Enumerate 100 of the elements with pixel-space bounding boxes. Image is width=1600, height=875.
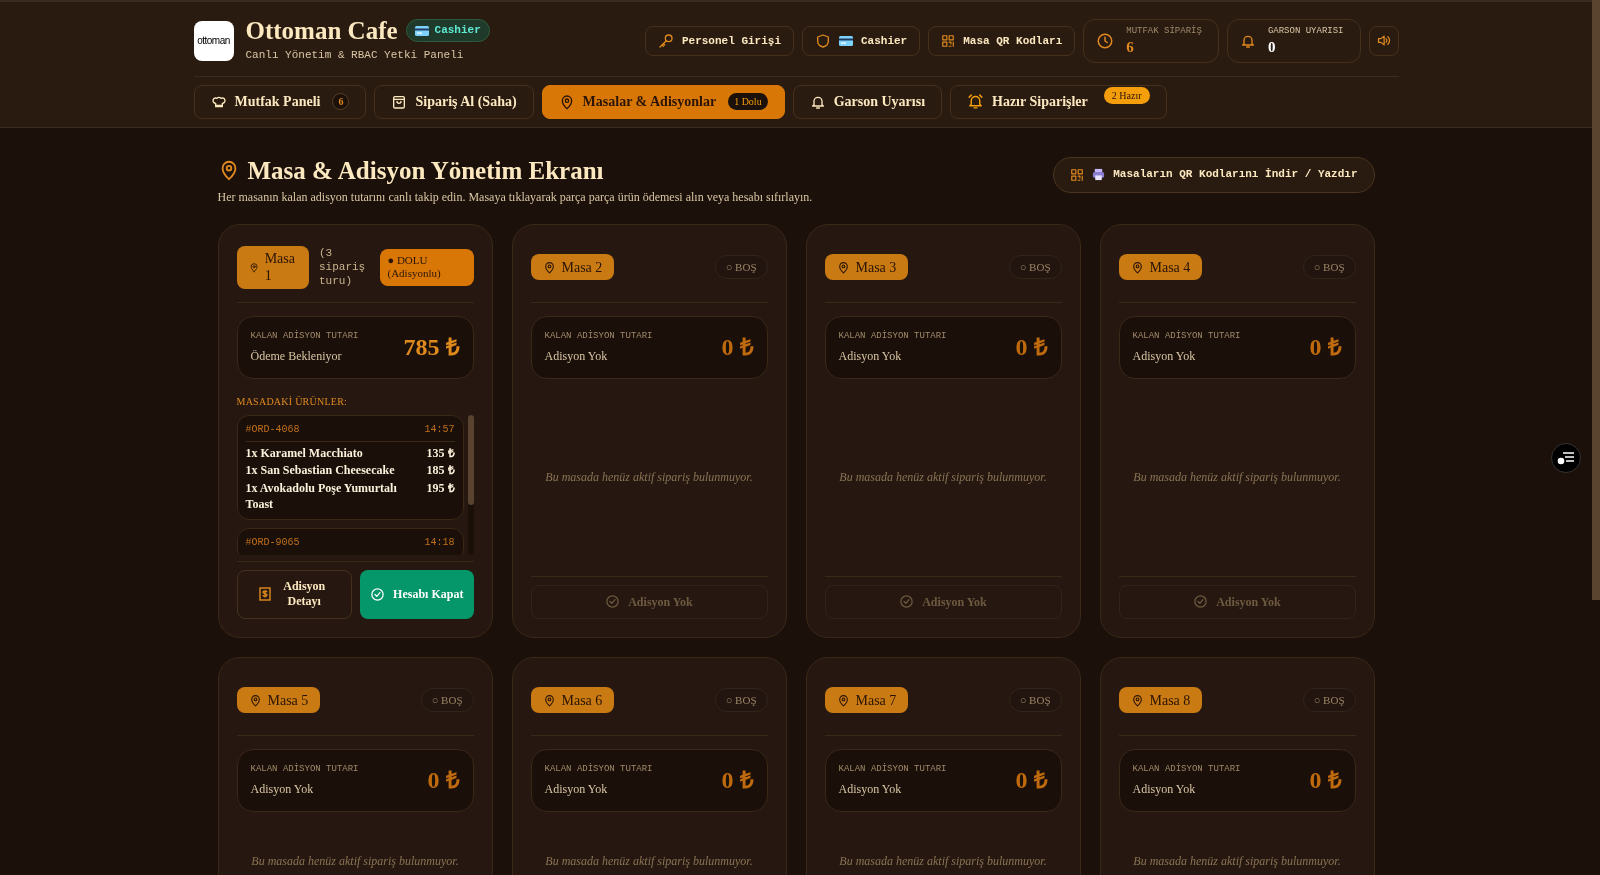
empty-message: Bu masada henüz aktif sipariş bulunmuyor. — [1133, 469, 1341, 487]
nav-tab[interactable]: Hazır Siparişler 2 Hazır — [950, 84, 1167, 119]
stat-label: GARSON UYARISI — [1267, 26, 1344, 36]
close-bill-button[interactable]: Hesabı Kapat — [360, 569, 474, 619]
empty-message: Bu masada henüz aktif sipariş bulunmuyor. — [545, 469, 753, 487]
page-description: Her masanın kalan adisyon tutarını canlı takip edin. Masaya tıklayarak parça parça ürün ödemesi alın veya hesabı sıfırlayın. — [217, 188, 813, 206]
location-pin-icon — [836, 260, 850, 274]
order-rounds: (3 sipariş turu) — [319, 245, 367, 289]
empty-message: Bu masada henüz aktif sipariş bulunmuyor. — [251, 852, 459, 870]
amount-label: KALAN ADİSYON TUTARI — [1132, 762, 1241, 776]
table-status-badge: ○ BOŞ — [1008, 688, 1062, 713]
tab-badge: 2 Hazır — [1103, 87, 1150, 104]
table-card[interactable] — [217, 223, 493, 638]
app-subtitle: Canlı Yönetim & RBAC Yetki Paneli — [245, 48, 465, 63]
empty-message: Bu masada henüz aktif sipariş bulunmuyor. — [545, 852, 753, 870]
alarm-bell-icon — [967, 93, 984, 110]
amount-label: KALAN ADİSYON TUTARI — [544, 329, 653, 343]
check-circle-icon — [899, 594, 915, 610]
location-pin-icon — [542, 260, 556, 274]
staff-login-button[interactable]: Personel Girişi — [644, 25, 794, 56]
table-status-badge: ○ BOŞ — [420, 688, 474, 713]
receipt-icon — [259, 587, 272, 602]
amount-value: 0 ₺ — [1309, 333, 1342, 363]
printer-icon — [1092, 168, 1106, 181]
location-pin-icon — [836, 693, 850, 707]
role-button[interactable]: Cashier — [802, 25, 921, 56]
table-card[interactable]: Masa 3 ○ BOŞ KALAN ADİSYON TUTARI Adisyon Yok 0 ₺ Bu masada henüz aktif sipariş bulunmuyor. Adisyon Yok — [805, 223, 1081, 638]
sound-button[interactable] — [1368, 25, 1399, 56]
clock-icon — [1096, 31, 1115, 50]
stat-value: 0 — [1267, 39, 1277, 55]
table-status-badge: ○ BOŞ — [1302, 688, 1356, 713]
logo: ottoman — [193, 20, 234, 61]
qr-code-icon — [941, 33, 956, 48]
credit-card-icon — [414, 25, 429, 36]
table-name-badge: Masa 6 — [530, 687, 615, 714]
nav-tab[interactable]: Masalar & Adisyonlar 1 Dolu — [541, 84, 785, 119]
credit-card-icon — [839, 35, 853, 46]
amount-status: Adisyon Yok — [838, 781, 903, 798]
order-time: 14:57 — [424, 422, 455, 437]
amount-label: KALAN ADİSYON TUTARI — [838, 762, 947, 776]
table-status-badge: ○ BOŞ — [1008, 255, 1062, 280]
shopping-bag-icon — [391, 93, 408, 110]
order-id: #ORD-9065 — [245, 536, 300, 551]
table-name-badge: Masa 3 — [824, 254, 909, 281]
empty-message: Bu masada henüz aktif sipariş bulunmuyor. — [839, 852, 1047, 870]
table-name-badge: Masa 2 — [530, 254, 615, 281]
scrollbar-thumb[interactable] — [467, 414, 474, 505]
item-name: 1x Avokadolu Poşe Yumurtalı Toast — [245, 480, 398, 513]
table-status-badge: ● DOLU (Adisyonlu) — [379, 248, 474, 286]
location-pin-icon — [1130, 260, 1144, 274]
role-badge: Cashier — [405, 19, 490, 42]
amount-value: 0 ₺ — [1309, 766, 1342, 796]
no-bill-button: Adisyon Yok — [824, 584, 1062, 619]
tab-badge: 1 Dolu — [728, 93, 768, 110]
table-card[interactable]: Masa 8 ○ BOŞ KALAN ADİSYON TUTARI Adisyon Yok 0 ₺ Bu masada henüz aktif sipariş bulunmuyor. — [1099, 656, 1375, 875]
check-circle-icon — [370, 586, 386, 602]
amount-label: KALAN ADİSYON TUTARI — [838, 329, 947, 343]
table-card[interactable]: Masa 4 ○ BOŞ KALAN ADİSYON TUTARI Adisyon Yok 0 ₺ Bu masada henüz aktif sipariş bulunmuyor. Adisyon Yok — [1099, 223, 1375, 638]
tab-badge: 6 — [332, 93, 350, 110]
check-circle-icon — [605, 594, 621, 610]
amount-status: Adisyon Yok — [1132, 348, 1197, 365]
table-status-badge: ○ BOŞ — [714, 688, 768, 713]
bill-detail-button[interactable]: Adisyon Detayı — [236, 569, 352, 619]
nav-tab[interactable]: Sipariş Al (Saha) — [374, 84, 534, 119]
location-pin-icon — [248, 260, 259, 274]
shield-icon — [815, 32, 831, 49]
item-price: 185 ₺ — [426, 463, 455, 479]
key-icon — [657, 32, 674, 49]
location-pin-icon — [542, 693, 556, 707]
amount-status: Ödeme Bekleniyor — [250, 348, 343, 365]
amount-value: 0 ₺ — [721, 766, 754, 796]
location-pin-icon — [248, 693, 262, 707]
table-card[interactable]: Masa 2 ○ BOŞ KALAN ADİSYON TUTARI Adisyon Yok 0 ₺ Bu masada henüz aktif sipariş bulunmuyor. Adisyon Yok — [511, 223, 787, 638]
nav-tab[interactable]: Garson Uyarısı — [792, 84, 942, 119]
floating-menu-button[interactable] — [1551, 443, 1581, 473]
order-time: 14:18 — [424, 536, 455, 551]
table-card[interactable]: Masa 5 ○ BOŞ KALAN ADİSYON TUTARI Adisyon Yok 0 ₺ Bu masada henüz aktif sipariş bulunmuyor. — [217, 656, 493, 875]
amount-status: Adisyon Yok — [1132, 781, 1197, 798]
amount-label: KALAN ADİSYON TUTARI — [250, 762, 359, 776]
location-pin-icon — [1130, 693, 1144, 707]
amount-status: Adisyon Yok — [544, 781, 609, 798]
page-title: Masa & Adisyon Yönetim Ekranı — [247, 155, 604, 186]
nav-tab[interactable]: Mutfak Paneli 6 — [193, 84, 367, 119]
amount-label: KALAN ADİSYON TUTARI — [544, 762, 653, 776]
table-name-badge: Masa 4 — [1118, 254, 1203, 281]
qr-codes-button[interactable]: Masa QR Kodları — [928, 25, 1076, 56]
item-price: 195 ₺ — [426, 480, 455, 497]
qr-download-button[interactable]: Masaların QR Kodlarını İndir / Yazdır — [1053, 156, 1375, 193]
table-name-badge: Masa 5 — [236, 687, 321, 714]
amount-status: Adisyon Yok — [544, 348, 609, 365]
table-card[interactable]: Masa 6 ○ BOŞ KALAN ADİSYON TUTARI Adisyon Yok 0 ₺ Bu masada henüz aktif sipariş bulunmuyor. — [511, 656, 787, 875]
no-bill-button: Adisyon Yok — [530, 584, 768, 619]
item-name: 1x San Sebastian Cheesecake — [245, 463, 396, 479]
item-name: 1x Karamel Macchiato — [245, 445, 364, 462]
empty-message: Bu masada henüz aktif sipariş bulunmuyor. — [1133, 852, 1341, 870]
amount-value: 0 ₺ — [1015, 766, 1048, 796]
table-card[interactable]: Masa 7 ○ BOŞ KALAN ADİSYON TUTARI Adisyon Yok 0 ₺ Bu masada henüz aktif sipariş bulunmuyor. — [805, 656, 1081, 875]
item-price: 135 ₺ — [426, 445, 455, 462]
stat-value: 6 — [1126, 39, 1135, 55]
no-bill-button: Adisyon Yok — [1118, 584, 1356, 619]
